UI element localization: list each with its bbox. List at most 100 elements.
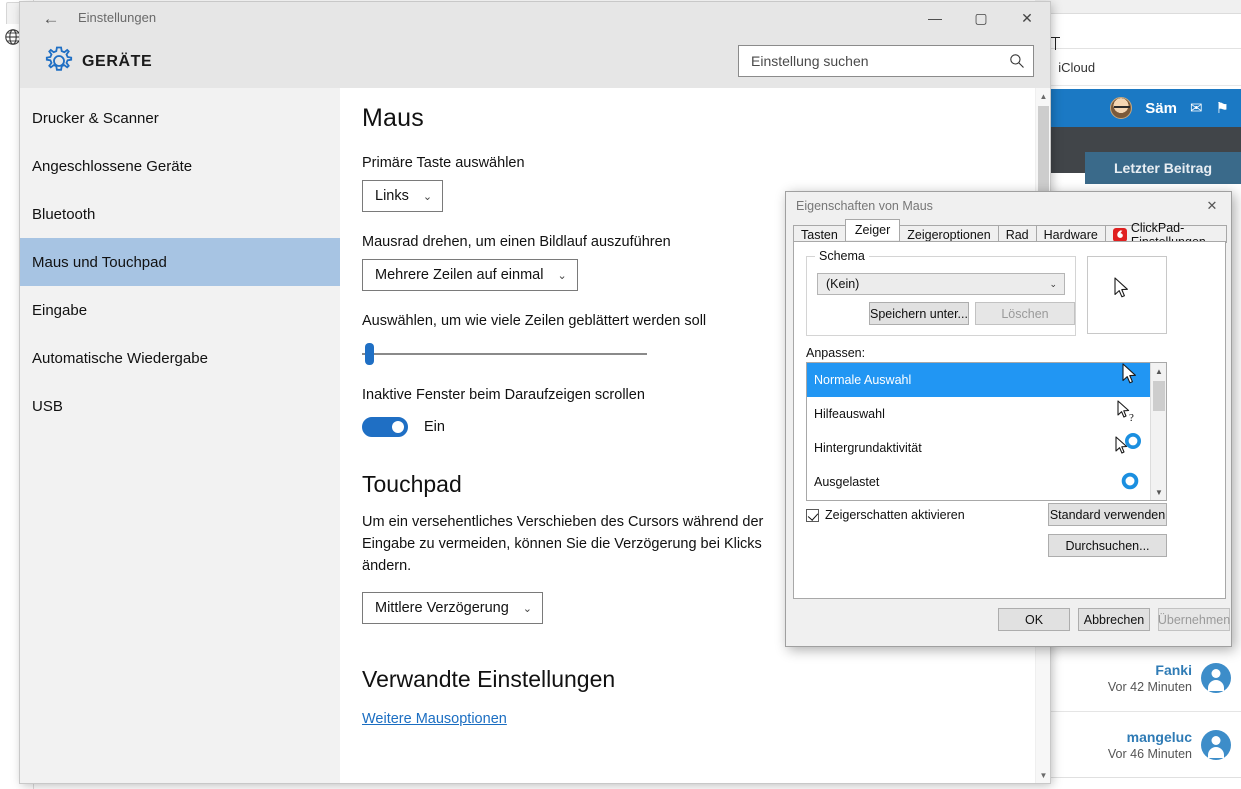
- maximize-button[interactable]: ▢: [958, 2, 1004, 34]
- list-item[interactable]: mangeluc Vor 46 Minuten: [1049, 711, 1241, 777]
- sidebar-item-eingabe[interactable]: Eingabe: [20, 286, 340, 334]
- flag-icon[interactable]: ⚑: [1216, 101, 1229, 116]
- avatar[interactable]: [1201, 663, 1231, 693]
- svg-text:?: ?: [1129, 412, 1134, 424]
- primary-button-dropdown[interactable]: Links ⌄: [362, 180, 444, 212]
- post-time: Vor 42 Minuten: [1107, 680, 1192, 694]
- minimize-button[interactable]: —: [912, 2, 958, 34]
- sidebar-item-label: Angeschlossene Geräte: [32, 157, 193, 175]
- touchpad-description: Um ein versehentliches Verschieben des C…: [362, 514, 764, 574]
- search-icon[interactable]: [1009, 53, 1025, 69]
- delete-button: Löschen: [975, 302, 1075, 325]
- inactive-scroll-toggle[interactable]: [362, 417, 408, 437]
- tab-label: Tasten: [801, 227, 838, 242]
- avatar[interactable]: [1201, 729, 1231, 760]
- cursor-role-label: Hilfeauswahl: [814, 407, 885, 421]
- section-heading-related: Verwandte Einstellungen: [362, 666, 616, 692]
- schema-dropdown[interactable]: (Kein) ⌄: [817, 273, 1065, 295]
- list-item[interactable]: Hilfeauswahl ?: [807, 397, 1166, 431]
- list-item[interactable]: Ausgelastet: [807, 465, 1166, 499]
- slider-thumb[interactable]: [365, 343, 374, 365]
- window-controls: — ▢ ✕: [912, 2, 1050, 34]
- chevron-down-icon: ⌄: [557, 269, 567, 282]
- dialog-title: Eigenschaften von Maus: [796, 199, 933, 213]
- list-item[interactable]: Fanki Vor 42 Minuten: [1049, 645, 1241, 711]
- list-item[interactable]: Hintergrundaktivität: [807, 431, 1166, 465]
- cursor-role-label: Hintergrundaktivität: [814, 441, 922, 455]
- dialog-footer: OK Abbrechen Übernehmen: [786, 598, 1231, 646]
- sidebar: Drucker & Scanner Angeschlossene Geräte …: [20, 88, 340, 783]
- touchpad-delay-value: Mittlere Verzögerung: [375, 600, 509, 616]
- forum-user-name[interactable]: Säm: [1145, 100, 1177, 117]
- tab-zeiger[interactable]: Zeiger: [844, 219, 901, 240]
- dialog-close-button[interactable]: ✕: [1193, 192, 1231, 220]
- background-browser-toolbar: [1035, 0, 1241, 14]
- post-author[interactable]: mangeluc: [1108, 728, 1192, 746]
- schema-legend: Schema: [815, 249, 869, 263]
- sidebar-item-maus-und-touchpad[interactable]: Maus und Touchpad: [20, 238, 340, 286]
- close-button[interactable]: ✕: [1004, 2, 1050, 34]
- touchpad-delay-dropdown[interactable]: Mittlere Verzögerung ⌄: [362, 592, 544, 624]
- scrollbar-thumb[interactable]: [1153, 381, 1165, 411]
- ok-button[interactable]: OK: [998, 608, 1070, 631]
- sidebar-item-angeschlossene-geraete[interactable]: Angeschlossene Geräte: [20, 142, 340, 190]
- search-input[interactable]: [751, 53, 1009, 69]
- scroll-down-icon[interactable]: ▼: [1151, 484, 1166, 500]
- background-bookmark-bar:  iCloud: [1035, 50, 1241, 86]
- cursor-listbox[interactable]: Normale Auswahl Hilfeauswahl ? Hintergru…: [806, 362, 1167, 501]
- screen:  iCloud Säm ✉ ⚑ Letzter Beitrag Fanki V…: [0, 0, 1241, 789]
- post-author[interactable]: Fanki: [1108, 661, 1192, 679]
- forum-user-bar: Säm ✉ ⚑: [1049, 89, 1241, 127]
- apply-button: Übernehmen: [1158, 608, 1230, 631]
- gear-icon: [42, 44, 76, 78]
- tab-label: Rad: [1005, 227, 1029, 242]
- lines-to-scroll-slider[interactable]: [362, 343, 647, 365]
- sidebar-item-label: Maus und Touchpad: [32, 253, 167, 271]
- listbox-scrollbar[interactable]: ▲ ▼: [1150, 363, 1166, 500]
- window-title: Einstellungen: [78, 10, 157, 25]
- mouse-properties-dialog: Eigenschaften von Maus ✕ Tasten Zeiger Z…: [785, 191, 1232, 647]
- schema-groupbox: Schema (Kein) ⌄ Speichern unter... Lösch…: [806, 249, 1076, 336]
- arrow-busy-cursor-icon: [1112, 433, 1141, 461]
- page-title: GERÄTE: [82, 53, 153, 70]
- cursor-role-label: Ausgelastet: [814, 475, 880, 489]
- tab-label: Zeigeroptionen: [907, 227, 991, 242]
- chevron-down-icon: ⌄: [1049, 278, 1057, 289]
- back-arrow-icon[interactable]: ←: [38, 6, 64, 30]
- toggle-knob: [392, 421, 404, 433]
- browse-button[interactable]: Durchsuchen...: [1048, 534, 1167, 557]
- scroll-up-icon[interactable]: ▲: [1036, 88, 1050, 104]
- scroll-down-icon[interactable]: ▼: [1036, 767, 1050, 783]
- arrow-cursor-icon: [1114, 277, 1128, 298]
- sidebar-item-drucker-scanner[interactable]: Drucker & Scanner: [20, 94, 340, 142]
- search-box[interactable]: [738, 45, 1034, 77]
- app-header: GERÄTE: [20, 34, 1050, 88]
- clickpad-icon: [1112, 227, 1127, 242]
- avatar[interactable]: [1110, 97, 1133, 119]
- envelope-icon[interactable]: ✉: [1190, 101, 1203, 116]
- cancel-button[interactable]: Abbrechen: [1078, 608, 1150, 631]
- inactive-scroll-value: Ein: [424, 419, 445, 435]
- bookmark-item-icloud[interactable]: iCloud: [1058, 60, 1095, 75]
- save-as-button[interactable]: Speichern unter...: [869, 302, 969, 325]
- sidebar-item-label: Eingabe: [32, 301, 88, 319]
- sidebar-item-label: Drucker & Scanner: [32, 109, 159, 127]
- pointer-shadow-label: Zeigerschatten aktivieren: [825, 508, 965, 522]
- sidebar-item-label: Automatische Wiedergabe: [32, 349, 208, 367]
- wheel-scroll-dropdown[interactable]: Mehrere Zeilen auf einmal ⌄: [362, 259, 578, 291]
- background-address-bar[interactable]: [1035, 15, 1241, 57]
- tab-label: Hardware: [1043, 227, 1098, 242]
- customize-label: Anpassen:: [806, 346, 866, 360]
- scroll-up-icon[interactable]: ▲: [1151, 363, 1166, 379]
- related-settings-link[interactable]: Weitere Mausoptionen: [362, 711, 507, 727]
- pointer-shadow-checkbox[interactable]: [806, 508, 819, 522]
- dialog-tabpanel-zeiger: Schema (Kein) ⌄ Speichern unter... Lösch…: [793, 241, 1226, 599]
- section-heading-mouse: Maus: [362, 104, 424, 132]
- primary-button-label: Primäre Taste auswählen: [362, 155, 525, 171]
- sidebar-item-bluetooth[interactable]: Bluetooth: [20, 190, 340, 238]
- list-item[interactable]: Normale Auswahl: [807, 363, 1166, 397]
- pointer-shadow-row[interactable]: Zeigerschatten aktivieren: [806, 508, 965, 522]
- sidebar-item-automatische-wiedergabe[interactable]: Automatische Wiedergabe: [20, 334, 340, 382]
- sidebar-item-usb[interactable]: USB: [20, 382, 340, 430]
- use-default-button[interactable]: Standard verwenden: [1048, 503, 1167, 526]
